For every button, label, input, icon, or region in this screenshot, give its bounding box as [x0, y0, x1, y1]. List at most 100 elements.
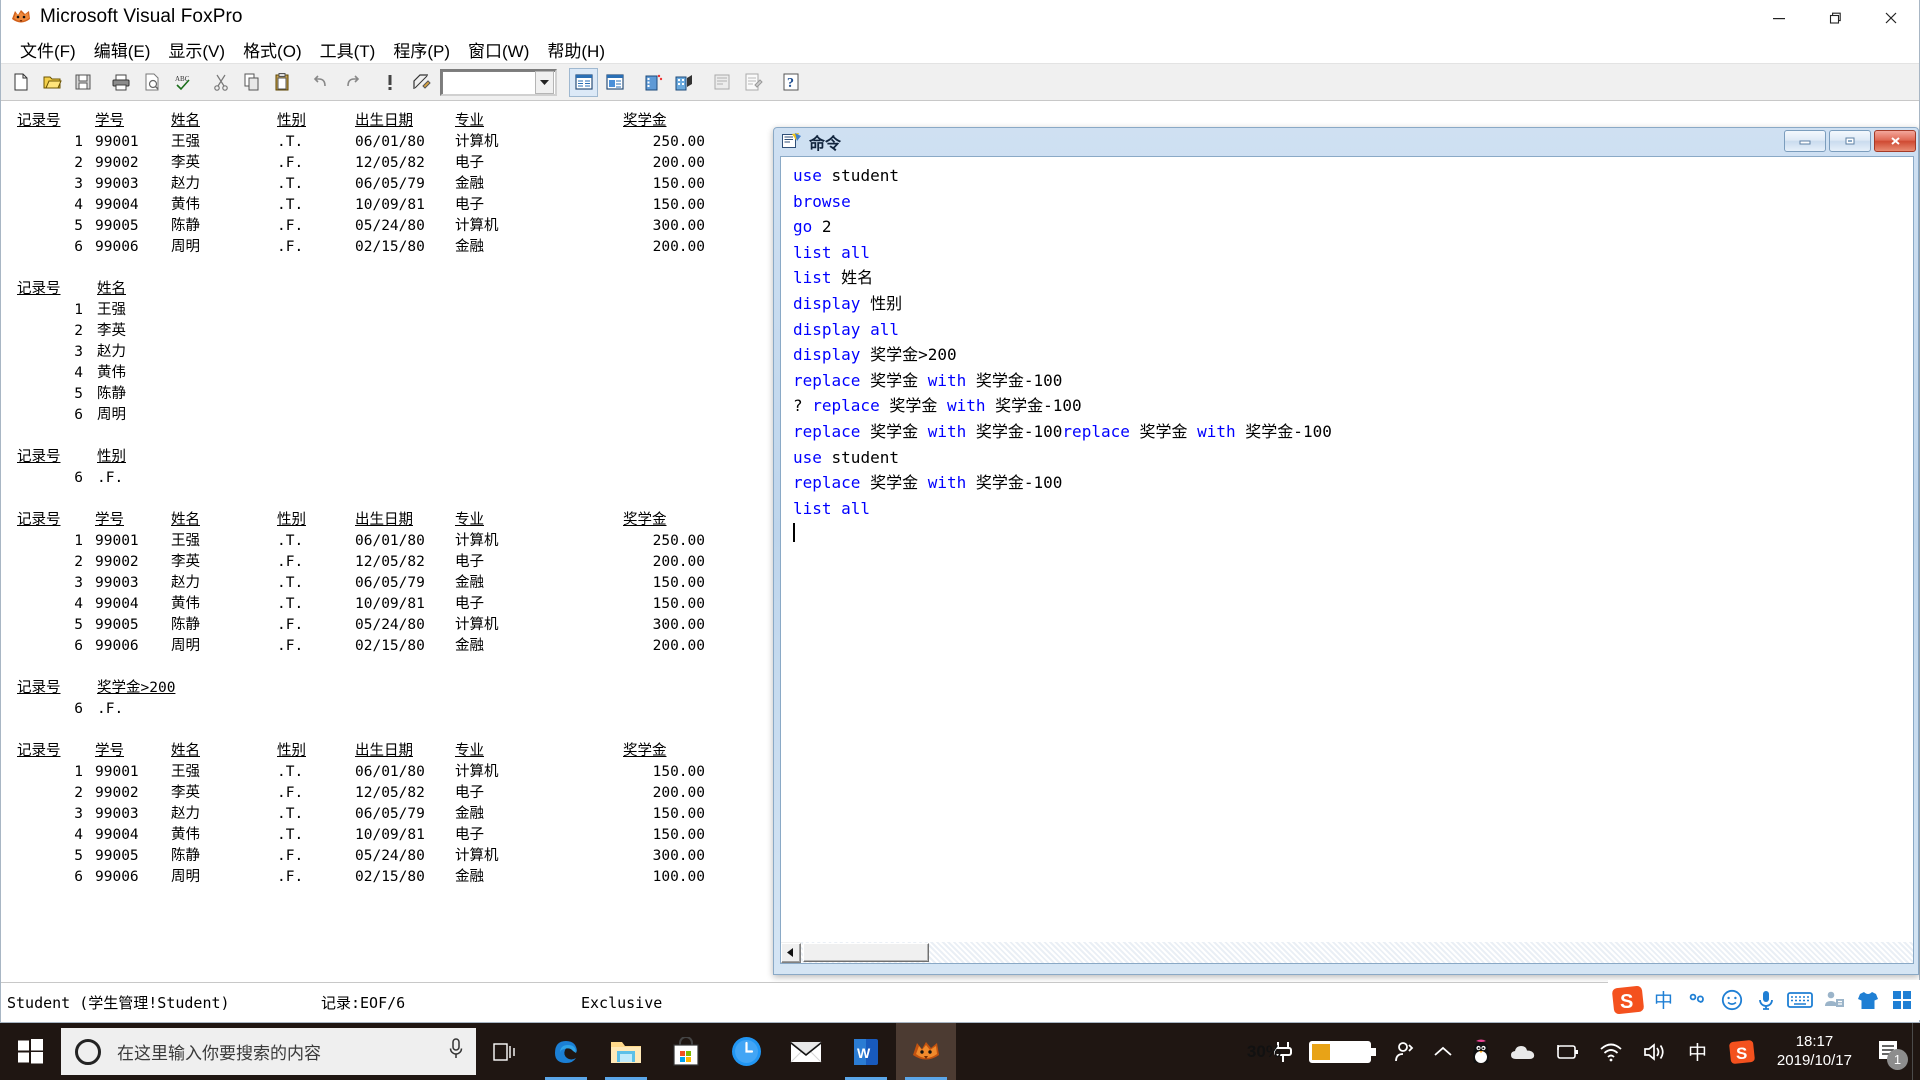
- menu-edit[interactable]: 编辑(E): [85, 35, 160, 64]
- new-icon[interactable]: [6, 68, 35, 97]
- qq-penguin-icon[interactable]: [1461, 1023, 1501, 1080]
- scrollbar-track[interactable]: [801, 942, 1913, 963]
- emoji-icon[interactable]: [1716, 983, 1748, 1017]
- foxpro-taskbar-icon[interactable]: [896, 1023, 956, 1080]
- onedrive-icon[interactable]: [1501, 1023, 1545, 1080]
- table-cell: 2: [17, 783, 83, 804]
- user-icon[interactable]: [1818, 983, 1850, 1017]
- table-header-row: 记录号姓名: [17, 279, 705, 300]
- microsoft-store-icon[interactable]: [656, 1023, 716, 1080]
- spellcheck-icon[interactable]: ABC: [168, 68, 197, 97]
- print-preview-icon[interactable]: [137, 68, 166, 97]
- file-explorer-icon[interactable]: [596, 1023, 656, 1080]
- print-icon[interactable]: [106, 68, 135, 97]
- cut-icon[interactable]: [206, 68, 235, 97]
- table-row: 2李英: [17, 321, 705, 342]
- show-desktop-button[interactable]: [1912, 1023, 1920, 1080]
- svg-text:W: W: [857, 1045, 871, 1061]
- toolbox-icon[interactable]: [1886, 983, 1918, 1017]
- sogou-logo-icon[interactable]: S: [1610, 983, 1646, 1017]
- skin-icon[interactable]: [1852, 983, 1884, 1017]
- show-hidden-icons-icon[interactable]: [1425, 1023, 1461, 1080]
- table-cell: .T.: [275, 804, 355, 825]
- people-icon[interactable]: [1383, 1023, 1425, 1080]
- table-cell: 99003: [83, 573, 157, 594]
- search-input[interactable]: 在这里输入你要搜索的内容: [61, 1028, 476, 1075]
- statusbar-record: 记录:EOF/6: [321, 992, 581, 1013]
- menu-window[interactable]: 窗口(W): [459, 35, 538, 64]
- voice-input-icon[interactable]: [1750, 983, 1782, 1017]
- save-icon[interactable]: [68, 68, 97, 97]
- clock[interactable]: 18:17 2019/10/17: [1765, 1023, 1864, 1080]
- chinese-mode-icon[interactable]: 中: [1648, 983, 1680, 1017]
- command-input-caret[interactable]: [793, 521, 1332, 547]
- restore-icon[interactable]: [1829, 130, 1871, 152]
- column-header: 记录号: [17, 678, 83, 699]
- menu-program[interactable]: 程序(P): [384, 35, 459, 64]
- command-keyword: display: [793, 345, 860, 364]
- form-designer-icon[interactable]: [638, 68, 667, 97]
- command-window-text[interactable]: use studentbrowsego 2list alllist 姓名disp…: [793, 163, 1332, 547]
- paste-icon[interactable]: [268, 68, 297, 97]
- table-cell: 99003: [83, 174, 157, 195]
- copy-icon[interactable]: [237, 68, 266, 97]
- column-header: 性别: [275, 510, 355, 531]
- close-icon[interactable]: [1863, 0, 1919, 35]
- command-line: list 姓名: [793, 265, 1332, 291]
- edge-icon[interactable]: [536, 1023, 596, 1080]
- open-icon[interactable]: [37, 68, 66, 97]
- table-cell: 黄伟: [83, 363, 201, 384]
- menu-help[interactable]: 帮助(H): [538, 35, 614, 64]
- chevron-down-icon[interactable]: [535, 71, 554, 94]
- database-designer-icon[interactable]: [669, 68, 698, 97]
- mail-icon[interactable]: [776, 1023, 836, 1080]
- table-cell: 电子: [455, 594, 615, 615]
- menu-tools[interactable]: 工具(T): [311, 35, 385, 64]
- table-cell: .F.: [275, 615, 355, 636]
- menu-file[interactable]: 文件(F): [11, 35, 85, 64]
- speaker-icon[interactable]: [1633, 1023, 1677, 1080]
- battery-indicator[interactable]: 30%: [1305, 1023, 1383, 1080]
- undo-icon[interactable]: [306, 68, 335, 97]
- modify-form-icon[interactable]: [406, 68, 435, 97]
- minimize-icon[interactable]: [1784, 130, 1826, 152]
- minimize-icon[interactable]: [1751, 0, 1807, 35]
- chinese-input-icon[interactable]: 中: [1677, 1023, 1719, 1080]
- clock-app-icon[interactable]: [716, 1023, 776, 1080]
- redo-icon[interactable]: [337, 68, 366, 97]
- command-window-editor[interactable]: use studentbrowsego 2list alllist 姓名disp…: [780, 156, 1914, 944]
- sogou-tray-icon[interactable]: S: [1719, 1023, 1765, 1080]
- scrollbar-thumb[interactable]: [803, 943, 929, 962]
- autoreport-icon[interactable]: [738, 68, 767, 97]
- table-row: 3赵力: [17, 342, 705, 363]
- command-line: list all: [793, 496, 1332, 522]
- data-session-icon[interactable]: [600, 68, 629, 97]
- close-icon[interactable]: [1874, 130, 1916, 152]
- wifi-icon[interactable]: [1589, 1023, 1633, 1080]
- help-icon[interactable]: ?: [776, 68, 805, 97]
- window-title: Microsoft Visual FoxPro: [40, 6, 243, 28]
- command-window-hscrollbar[interactable]: [780, 942, 1914, 964]
- ime-floating-toolbar[interactable]: S 中: [1608, 980, 1920, 1020]
- command-argument: 奖学金-100: [986, 396, 1082, 415]
- table-cell: 2: [17, 321, 83, 342]
- autoform-icon[interactable]: [707, 68, 736, 97]
- command-argument: 奖学金-100: [966, 473, 1062, 492]
- windows-start-icon[interactable]: [0, 1023, 60, 1080]
- command-window-icon[interactable]: [569, 68, 598, 97]
- command-window[interactable]: 命令 use studentbrowsego 2list alllist 姓名d…: [773, 127, 1919, 975]
- restore-icon[interactable]: [1807, 0, 1863, 35]
- word-icon[interactable]: W: [836, 1023, 896, 1080]
- run-icon[interactable]: [375, 68, 404, 97]
- menu-view[interactable]: 显示(V): [159, 35, 234, 64]
- punctuation-icon[interactable]: [1682, 983, 1714, 1017]
- action-center-icon[interactable]: 1: [1864, 1023, 1912, 1080]
- battery-charging-icon[interactable]: [1545, 1023, 1589, 1080]
- menu-format[interactable]: 格式(O): [234, 35, 311, 64]
- command-keyword: list: [793, 268, 832, 287]
- soft-keyboard-icon[interactable]: [1784, 983, 1816, 1017]
- task-view-icon[interactable]: [476, 1023, 536, 1080]
- scroll-left-icon[interactable]: [781, 943, 801, 963]
- microphone-icon[interactable]: [446, 1037, 466, 1066]
- toolbar-combo[interactable]: [440, 69, 557, 96]
